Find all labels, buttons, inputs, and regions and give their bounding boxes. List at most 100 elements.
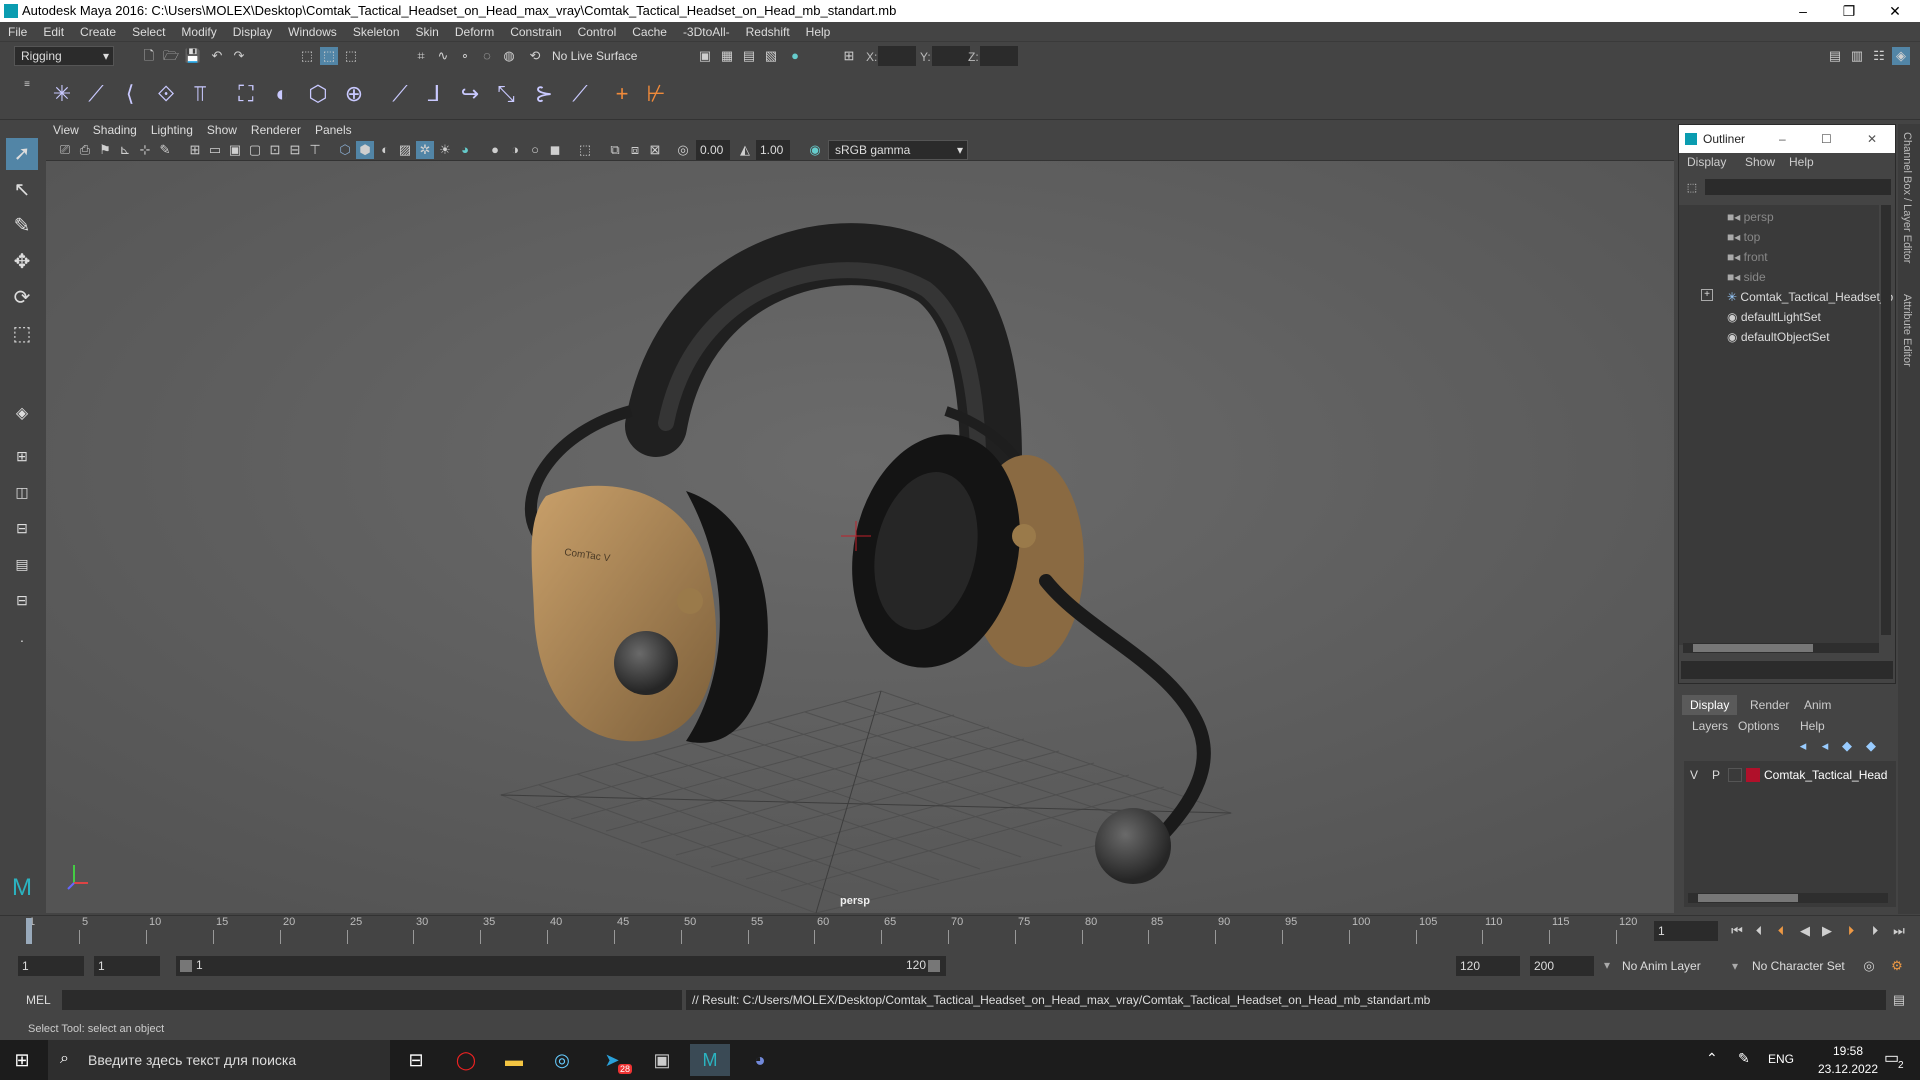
time-slider[interactable]: 1 5 10 15 20 25 30 35 40 45 50 55 60 65 70 75 80 85 90 95 10… <box>0 915 1920 945</box>
anti-aliasing-icon[interactable]: ◑ <box>506 141 524 159</box>
outliner-minimize-button[interactable]: – <box>1779 125 1786 153</box>
bookmark-icon[interactable]: ⚑ <box>96 141 114 159</box>
mel-label[interactable]: MEL <box>26 993 51 1007</box>
textured-icon[interactable]: ▨ <box>396 141 414 159</box>
x-field[interactable] <box>878 46 916 66</box>
hypershade-icon[interactable]: ● <box>786 47 804 65</box>
cluster-icon[interactable]: ⛶ <box>232 80 260 108</box>
snap-view-icon[interactable]: ◌ <box>478 47 496 65</box>
layer-menu-options[interactable]: Options <box>1738 719 1779 733</box>
paint-weights-icon[interactable]: ⅃ <box>420 80 448 108</box>
use-lights-icon[interactable]: ✲ <box>416 141 434 159</box>
layer-hscroll[interactable] <box>1688 893 1888 903</box>
outliner-vscroll[interactable] <box>1881 205 1891 635</box>
start-time-field[interactable]: 1 <box>18 956 84 976</box>
menu-skin[interactable]: Skin <box>408 22 447 42</box>
move-layer-down-icon[interactable]: ◂ <box>1816 737 1834 755</box>
open-scene-icon[interactable]: 🗁 <box>162 47 180 65</box>
select-hierarchy-icon[interactable]: ⬚ <box>298 47 316 65</box>
tool-settings-icon[interactable]: ☷ <box>1870 47 1888 65</box>
input-mode-icon[interactable]: ⊞ <box>840 47 858 65</box>
select-tool-icon[interactable]: ➚ <box>6 138 38 170</box>
menu-skeleton[interactable]: Skeleton <box>345 22 408 42</box>
xray-active-icon[interactable]: ⧈ <box>626 141 644 159</box>
outliner-item-top[interactable]: ■◂ top <box>1727 227 1760 247</box>
hypershade-layout-icon[interactable]: ⊟ <box>6 584 38 616</box>
notifications-icon[interactable]: ▭ <box>1884 1048 1899 1068</box>
outliner-item-persp[interactable]: ■◂ persp <box>1727 207 1774 227</box>
camera-attributes-icon[interactable]: ⎙ <box>76 141 94 159</box>
safe-title-icon[interactable]: ⊤ <box>306 141 324 159</box>
outliner-item-defaultobjectset[interactable]: ◉ defaultObjectSet <box>1727 327 1830 347</box>
resolution-gate-icon[interactable]: ▣ <box>226 141 244 159</box>
exposure-field[interactable]: 0.00 <box>696 140 730 160</box>
layer-playback-toggle[interactable]: P <box>1712 768 1720 782</box>
outliner-hscroll[interactable] <box>1683 643 1879 653</box>
minimize-button[interactable]: – <box>1780 0 1826 22</box>
snap-surface-icon[interactable]: ◍ <box>500 47 518 65</box>
wireframe-icon[interactable]: ⬡ <box>336 141 354 159</box>
menu-3dtoall[interactable]: -3DtoAll- <box>675 22 738 42</box>
go-to-end-icon[interactable]: ⏭ <box>1890 922 1908 940</box>
restore-button[interactable]: ❐ <box>1826 0 1872 22</box>
perspective-viewport[interactable]: ComTac V persp <box>46 161 1674 913</box>
orient-joint-icon[interactable]: ⊬ <box>642 80 670 108</box>
play-backward-icon[interactable]: ◀ <box>1796 922 1814 940</box>
save-scene-icon[interactable]: 💾 <box>184 47 202 65</box>
tab-display[interactable]: Display <box>1682 695 1738 715</box>
channel-box-tab[interactable]: Channel Box / Layer Editor <box>1901 132 1913 263</box>
layer-name[interactable]: Comtak_Tactical_Head <box>1764 768 1887 782</box>
ik-spline-icon[interactable]: ⟐ <box>152 80 180 108</box>
attribute-editor-tab[interactable]: Attribute Editor <box>1901 294 1913 367</box>
filter-icon[interactable]: ⬚ <box>1683 179 1701 197</box>
panel-menu-shading[interactable]: Shading <box>86 121 144 139</box>
menu-select[interactable]: Select <box>124 22 173 42</box>
snap-curve-icon[interactable]: ∿ <box>434 47 452 65</box>
character-set-dropdown[interactable]: No Character Set <box>1752 956 1872 976</box>
menu-display[interactable]: Display <box>225 22 280 42</box>
ik-handle-icon[interactable]: ⟨ <box>116 80 144 108</box>
snap-grid-icon[interactable]: ⌗ <box>412 47 430 65</box>
menu-cache[interactable]: Cache <box>624 22 675 42</box>
outliner-item-defaultlightset[interactable]: ◉ defaultLightSet <box>1727 307 1821 327</box>
command-input[interactable] <box>62 990 682 1010</box>
safe-action-icon[interactable]: ⊟ <box>286 141 304 159</box>
motion-blur-icon[interactable]: ● <box>486 141 504 159</box>
wireframe-on-shaded-icon[interactable]: ◐ <box>376 141 394 159</box>
menu-constrain[interactable]: Constrain <box>502 22 569 42</box>
rotate-tool-icon[interactable]: ⟳ <box>6 282 38 314</box>
smooth-shade-icon[interactable]: ⬢ <box>356 141 374 159</box>
scale-tool-icon[interactable]: ⬚ <box>6 318 38 350</box>
shadows-icon[interactable]: ☀ <box>436 141 454 159</box>
ambient-occlusion-icon[interactable]: ◕ <box>456 141 474 159</box>
undo-icon[interactable]: ↶ <box>208 47 226 65</box>
layer-menu-help[interactable]: Help <box>1800 719 1825 733</box>
close-button[interactable]: ✕ <box>1872 0 1918 22</box>
locator-icon[interactable]: ⫪ <box>186 80 214 108</box>
orient-constraint-icon[interactable]: ⤡ <box>492 80 520 108</box>
play-forward-icon[interactable]: ▶ <box>1818 922 1836 940</box>
color-space-dropdown[interactable]: sRGB gamma ▾ <box>828 140 968 160</box>
lattice-icon[interactable]: ◐ <box>268 80 296 108</box>
script-editor-icon[interactable]: ▤ <box>1890 991 1908 1009</box>
pen-icon[interactable]: ✎ <box>1738 1050 1750 1067</box>
grid-toggle-icon[interactable]: ⊞ <box>186 141 204 159</box>
shelf-options-icon[interactable]: ≡ <box>18 76 36 94</box>
image-plane-icon[interactable]: ⊾ <box>116 141 134 159</box>
redo-icon[interactable]: ↷ <box>230 47 248 65</box>
depth-of-field-icon[interactable]: ○ <box>526 141 544 159</box>
auto-key-icon[interactable]: ◎ <box>1860 957 1878 975</box>
backface-icon[interactable]: ⊠ <box>646 141 664 159</box>
outliner-menu-show[interactable]: Show <box>1745 155 1775 169</box>
render-icon[interactable]: ▦ <box>718 47 736 65</box>
layer-reference-toggle[interactable] <box>1728 768 1742 782</box>
file-explorer-icon[interactable]: ▬ <box>494 1044 534 1076</box>
tab-render[interactable]: Render <box>1742 695 1797 715</box>
render-view-icon[interactable]: ▣ <box>696 47 714 65</box>
lasso-tool-icon[interactable]: ↖ <box>6 174 38 206</box>
menu-redshift[interactable]: Redshift <box>738 22 798 42</box>
select-component-icon[interactable]: ⬚ <box>342 47 360 65</box>
playback-end-field[interactable]: 120 <box>1456 956 1520 976</box>
range-slider-bar[interactable]: 1 120 <box>176 956 946 976</box>
layer-visibility-toggle[interactable]: V <box>1690 768 1698 782</box>
